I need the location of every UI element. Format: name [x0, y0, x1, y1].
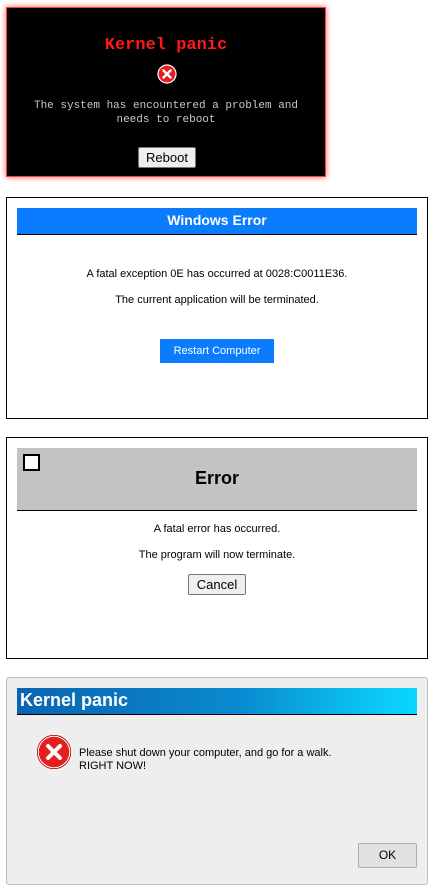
error-x-icon: [157, 64, 177, 84]
error-message-line: A fatal error has occurred.: [153, 523, 281, 535]
error-message-line: The current application will be terminat…: [115, 294, 319, 306]
message-line: RIGHT NOW!: [79, 760, 147, 772]
windows-error-dialog: Windows Error A fatal exception 0E has o…: [6, 197, 428, 419]
kernel-panic-terminal-dialog: Kernel panic The system has encountered …: [6, 7, 326, 177]
dialog-title: Windows Error: [17, 208, 417, 235]
restart-computer-button[interactable]: Restart Computer: [160, 339, 274, 363]
error-x-icon: [37, 735, 71, 769]
ok-button[interactable]: OK: [358, 843, 417, 868]
dialog-message: The system has encountered a problem and…: [33, 100, 299, 126]
kernel-panic-gradient-dialog: Kernel panic Please shut down your compu…: [6, 677, 428, 885]
message-line: Please shut down your computer, and go f…: [79, 747, 332, 759]
cancel-button[interactable]: Cancel: [188, 574, 246, 595]
reboot-button[interactable]: Reboot: [138, 147, 196, 168]
dialog-title: Kernel panic: [17, 688, 417, 715]
dialog-title: Kernel panic: [104, 36, 228, 55]
dialog-titlebar: Error: [17, 448, 417, 511]
error-message-line: A fatal exception 0E has occurred at 002…: [86, 268, 348, 280]
error-dialog: Error A fatal error has occurred. The pr…: [6, 437, 428, 659]
dialog-title: Error: [194, 468, 239, 488]
error-message-line: The program will now terminate.: [138, 549, 296, 561]
dialog-message: Please shut down your computer, and go f…: [79, 747, 332, 773]
